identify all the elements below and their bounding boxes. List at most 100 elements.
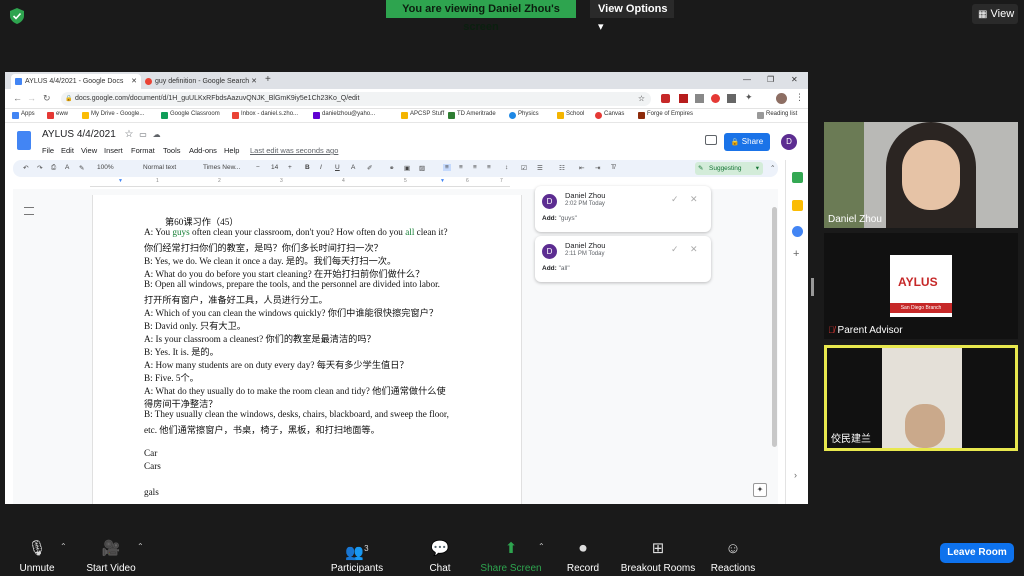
font-select[interactable]: Times New... <box>203 164 240 171</box>
bookmark-item[interactable]: Canvas <box>595 111 624 119</box>
increase-indent-icon[interactable]: ⇥ <box>595 164 600 172</box>
close-tab-icon[interactable]: ✕ <box>251 74 257 89</box>
decrease-font-icon[interactable]: − <box>256 164 260 171</box>
menu-help[interactable]: Help <box>224 146 239 155</box>
participants-button[interactable]: 👥3 Participants <box>317 540 397 574</box>
bold-icon[interactable]: B <box>305 164 310 171</box>
bookmark-item[interactable]: eww <box>47 111 68 119</box>
forward-icon[interactable]: → <box>27 93 36 103</box>
document-scrollbar[interactable] <box>772 207 777 447</box>
share-button[interactable]: 🔒 Share <box>724 133 770 151</box>
menu-insert[interactable]: Insert <box>104 146 123 155</box>
suggestion-comment[interactable]: D Daniel Zhou 2:02 PM Today Add: "guys" … <box>535 186 711 232</box>
extension-icon[interactable] <box>695 94 704 103</box>
accept-check-icon[interactable]: ✓ <box>671 194 679 205</box>
accept-check-icon[interactable]: ✓ <box>671 244 679 255</box>
align-right-icon[interactable]: ≡ <box>473 164 477 171</box>
get-addons-plus-icon[interactable]: + <box>793 248 804 260</box>
star-icon[interactable]: ☆ <box>125 129 134 140</box>
editing-mode-select[interactable]: ✎ Suggesting ▾ <box>695 162 763 175</box>
extension-icon[interactable] <box>711 94 720 103</box>
chrome-menu-icon[interactable]: ⋮ <box>795 92 804 103</box>
browser-tab-search[interactable]: guy definition - Google Search ✕ <box>141 74 261 89</box>
increase-font-icon[interactable]: + <box>288 164 292 171</box>
explore-icon[interactable]: ✦ <box>753 483 767 497</box>
bookmark-item[interactable]: TD Ameritrade <box>448 111 496 119</box>
reactions-button[interactable]: ☺ Reactions <box>693 540 773 574</box>
bookmark-item[interactable]: danielzhou@yaho... <box>313 111 375 119</box>
numbered-list-icon[interactable]: ☷ <box>559 164 565 172</box>
leave-room-button[interactable]: Leave Room <box>940 543 1014 563</box>
reading-list[interactable]: Reading list <box>757 111 797 119</box>
sheets-addon-icon[interactable] <box>792 172 803 183</box>
menu-edit[interactable]: Edit <box>61 146 74 155</box>
bookmark-item[interactable]: School <box>557 111 584 119</box>
clear-formatting-icon[interactable]: T̸ <box>611 164 615 171</box>
bookmark-item[interactable]: Apps <box>12 111 35 119</box>
video-tile-parent-advisor[interactable]: AYLUS San Diego Branch 🎙̸ Parent Advisor <box>824 233 1018 339</box>
bookmark-item[interactable]: APCSP Stuff <box>401 111 444 119</box>
decrease-indent-icon[interactable]: ⇤ <box>579 164 584 172</box>
align-center-icon[interactable]: ≡ <box>459 164 463 171</box>
back-icon[interactable]: ← <box>13 93 22 103</box>
minimize-icon[interactable]: — <box>743 75 751 84</box>
print-icon[interactable]: ⎙ <box>51 164 56 172</box>
last-edit-status[interactable]: Last edit was seconds ago <box>250 146 338 155</box>
browser-tab-docs[interactable]: AYLUS 4/4/2021 - Google Docs ✕ <box>11 74 141 89</box>
bookmark-star-icon[interactable]: ☆ <box>638 92 645 106</box>
redo-icon[interactable]: ↷ <box>37 164 42 172</box>
bookmark-item[interactable]: My Drive - Google... <box>82 111 144 119</box>
view-layout-button[interactable]: ▦ View <box>972 4 1018 24</box>
maximize-icon[interactable]: ❐ <box>767 75 774 84</box>
align-left-icon[interactable]: ≡ <box>443 164 451 171</box>
document-title[interactable]: AYLUS 4/4/2021 ☆ ▭ ☁ <box>42 129 161 140</box>
video-options-caret-icon[interactable]: ⌃ <box>137 542 144 551</box>
tasks-icon[interactable] <box>792 226 803 237</box>
line-spacing-icon[interactable]: ↕ <box>505 164 508 171</box>
suggestion-comment[interactable]: D Daniel Zhou 2:11 PM Today Add: "all" ✓… <box>535 236 711 282</box>
zoom-select[interactable]: 100% <box>97 164 114 171</box>
audio-options-caret-icon[interactable]: ⌃ <box>60 542 67 551</box>
docs-logo-icon[interactable] <box>17 131 31 150</box>
split-view-handle[interactable] <box>811 278 814 296</box>
account-avatar[interactable]: D <box>781 134 797 150</box>
reject-x-icon[interactable]: ✕ <box>690 244 698 255</box>
bookmark-item[interactable]: Inbox - daniel.s.zho... <box>232 111 298 119</box>
bookmark-item[interactable]: Forge of Empires <box>638 111 693 119</box>
url-bar[interactable]: 🔒 docs.google.com/document/d/1H_guULKxRF… <box>61 92 651 106</box>
puzzle-icon[interactable]: ✦ <box>745 92 753 103</box>
extension-icon[interactable] <box>679 94 688 103</box>
comment-history-icon[interactable] <box>705 135 717 145</box>
paint-format-icon[interactable]: ✎ <box>79 164 84 172</box>
new-tab-icon[interactable]: + <box>265 74 271 85</box>
image-icon[interactable]: ▨ <box>419 164 425 172</box>
highlight-icon[interactable]: ✐ <box>367 164 372 172</box>
ruler[interactable]: ▼ 1 2 3 4 5 6 7 ▼ <box>90 178 510 187</box>
profile-avatar-icon[interactable] <box>776 93 787 104</box>
justify-icon[interactable]: ≡ <box>487 164 491 171</box>
move-folder-icon[interactable]: ▭ <box>139 130 147 139</box>
close-window-icon[interactable]: ✕ <box>791 75 798 84</box>
record-button[interactable]: ⏺ Record <box>543 540 623 574</box>
close-tab-icon[interactable]: ✕ <box>131 74 137 89</box>
extension-icon[interactable] <box>661 94 670 103</box>
menu-tools[interactable]: Tools <box>163 146 181 155</box>
view-options-button[interactable]: View Options ▾ <box>590 0 674 33</box>
video-tile-daniel-zhou[interactable]: Daniel Zhou <box>824 122 1018 228</box>
reload-icon[interactable]: ↻ <box>43 93 51 104</box>
link-icon[interactable]: ⚭ <box>389 164 394 172</box>
bulleted-list-icon[interactable]: ☰ <box>537 164 543 172</box>
bookmark-item[interactable]: Google Classroom <box>161 111 220 119</box>
extension-icon[interactable] <box>727 94 736 103</box>
text-color-icon[interactable]: A <box>351 164 355 171</box>
font-size-input[interactable]: 14 <box>271 164 278 171</box>
italic-icon[interactable]: I <box>320 164 322 171</box>
menu-view[interactable]: View <box>81 146 97 155</box>
menu-addons[interactable]: Add-ons <box>189 146 217 155</box>
collapse-panel-icon[interactable]: › <box>794 470 797 480</box>
right-indent-marker-icon[interactable]: ▼ <box>440 178 445 184</box>
menu-file[interactable]: File <box>42 146 54 155</box>
menu-format[interactable]: Format <box>131 146 155 155</box>
underline-icon[interactable]: U <box>335 164 340 171</box>
left-indent-marker-icon[interactable]: ▼ <box>118 178 123 184</box>
